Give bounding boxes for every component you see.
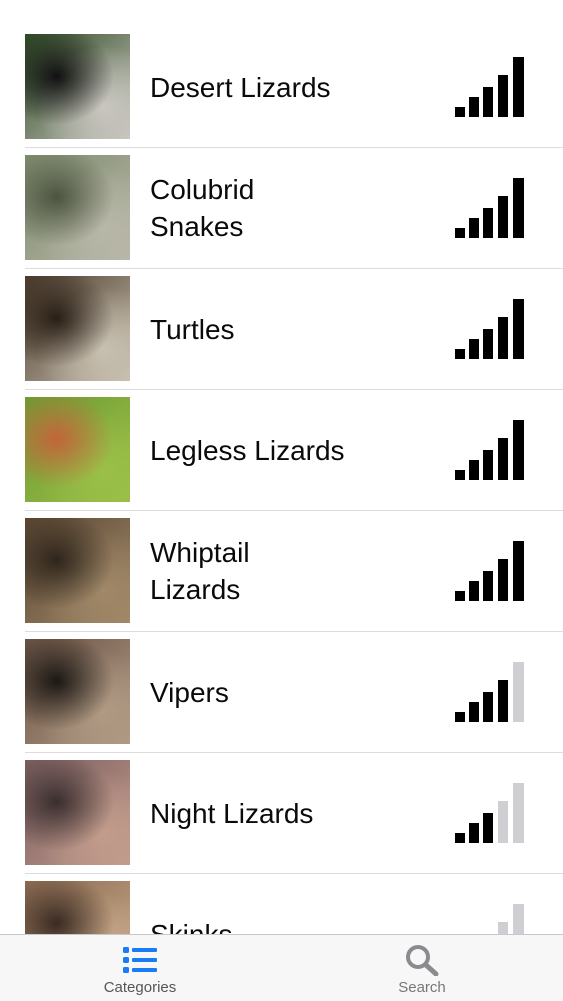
list-icon [122,944,158,976]
signal-bars-icon [455,904,525,935]
signal-bar [513,541,524,601]
signal-bar [498,317,508,359]
category-thumbnail [25,639,130,744]
signal-bar [455,712,465,722]
category-thumbnail [25,34,130,139]
signal-bar [469,702,479,722]
signal-bar [498,559,508,601]
signal-bar [498,680,508,722]
category-thumbnail [25,760,130,865]
signal-bar [455,228,465,238]
signal-bar [513,783,524,843]
signal-bar [455,349,465,359]
signal-bar [469,823,479,843]
signal-bar [469,339,479,359]
category-row[interactable]: Whiptail Lizards [25,511,563,632]
signal-bar [483,692,493,722]
signal-bars-icon [455,178,525,238]
tab-categories[interactable]: Categories [70,935,210,1001]
signal-bar [498,75,508,117]
signal-bar [513,299,524,359]
category-row[interactable]: Vipers [25,632,563,753]
signal-bar [498,196,508,238]
category-label: Whiptail Lizards [150,537,250,605]
category-row[interactable]: Legless Lizards [25,390,563,511]
category-row[interactable]: Colubrid Snakes [25,148,563,269]
category-label: Colubrid Snakes [150,174,255,242]
tab-bar: Categories Search [0,934,563,1001]
category-thumbnail [25,276,130,381]
signal-bars-icon [455,57,525,117]
category-list[interactable]: Desert Lizards Colubrid Snakes Turtles Legl… [0,27,563,935]
signal-bar [483,87,493,117]
signal-bar [469,218,479,238]
signal-bars-icon [455,541,525,601]
signal-bar [498,801,508,843]
signal-bar [483,450,493,480]
signal-bar [455,833,465,843]
category-label: Turtles [150,313,235,345]
signal-bar [469,97,479,117]
signal-bar [483,813,493,843]
category-row[interactable]: Desert Lizards [25,27,563,148]
category-row[interactable]: Skinks [25,874,563,935]
signal-bars-icon [455,299,525,359]
search-icon [405,944,439,976]
category-thumbnail [25,397,130,502]
signal-bar [513,178,524,238]
category-thumbnail [25,155,130,260]
tab-categories-label: Categories [103,979,177,996]
signal-bar [483,571,493,601]
signal-bar [483,208,493,238]
signal-bar [513,662,524,722]
signal-bar [455,591,465,601]
signal-bars-icon [455,420,525,480]
signal-bar [483,329,493,359]
signal-bar [498,438,508,480]
tab-search[interactable]: Search [352,935,492,1001]
signal-bars-icon [455,662,525,722]
tab-search-label: Search [398,979,446,996]
category-label: Skinks [150,918,233,936]
signal-bar [513,420,524,480]
category-label: Legless Lizards [150,434,345,466]
signal-bar [469,460,479,480]
signal-bar [455,470,465,480]
category-label: Night Lizards [150,797,314,829]
category-thumbnail [25,518,130,623]
signal-bar [513,904,524,935]
signal-bar [469,581,479,601]
category-thumbnail [25,881,130,935]
category-label: Desert Lizards [150,71,331,103]
category-row[interactable]: Turtles [25,269,563,390]
category-row[interactable]: Night Lizards [25,753,563,874]
category-label: Vipers [150,676,229,708]
signal-bar [513,57,524,117]
signal-bar [455,107,465,117]
signal-bars-icon [455,783,525,843]
